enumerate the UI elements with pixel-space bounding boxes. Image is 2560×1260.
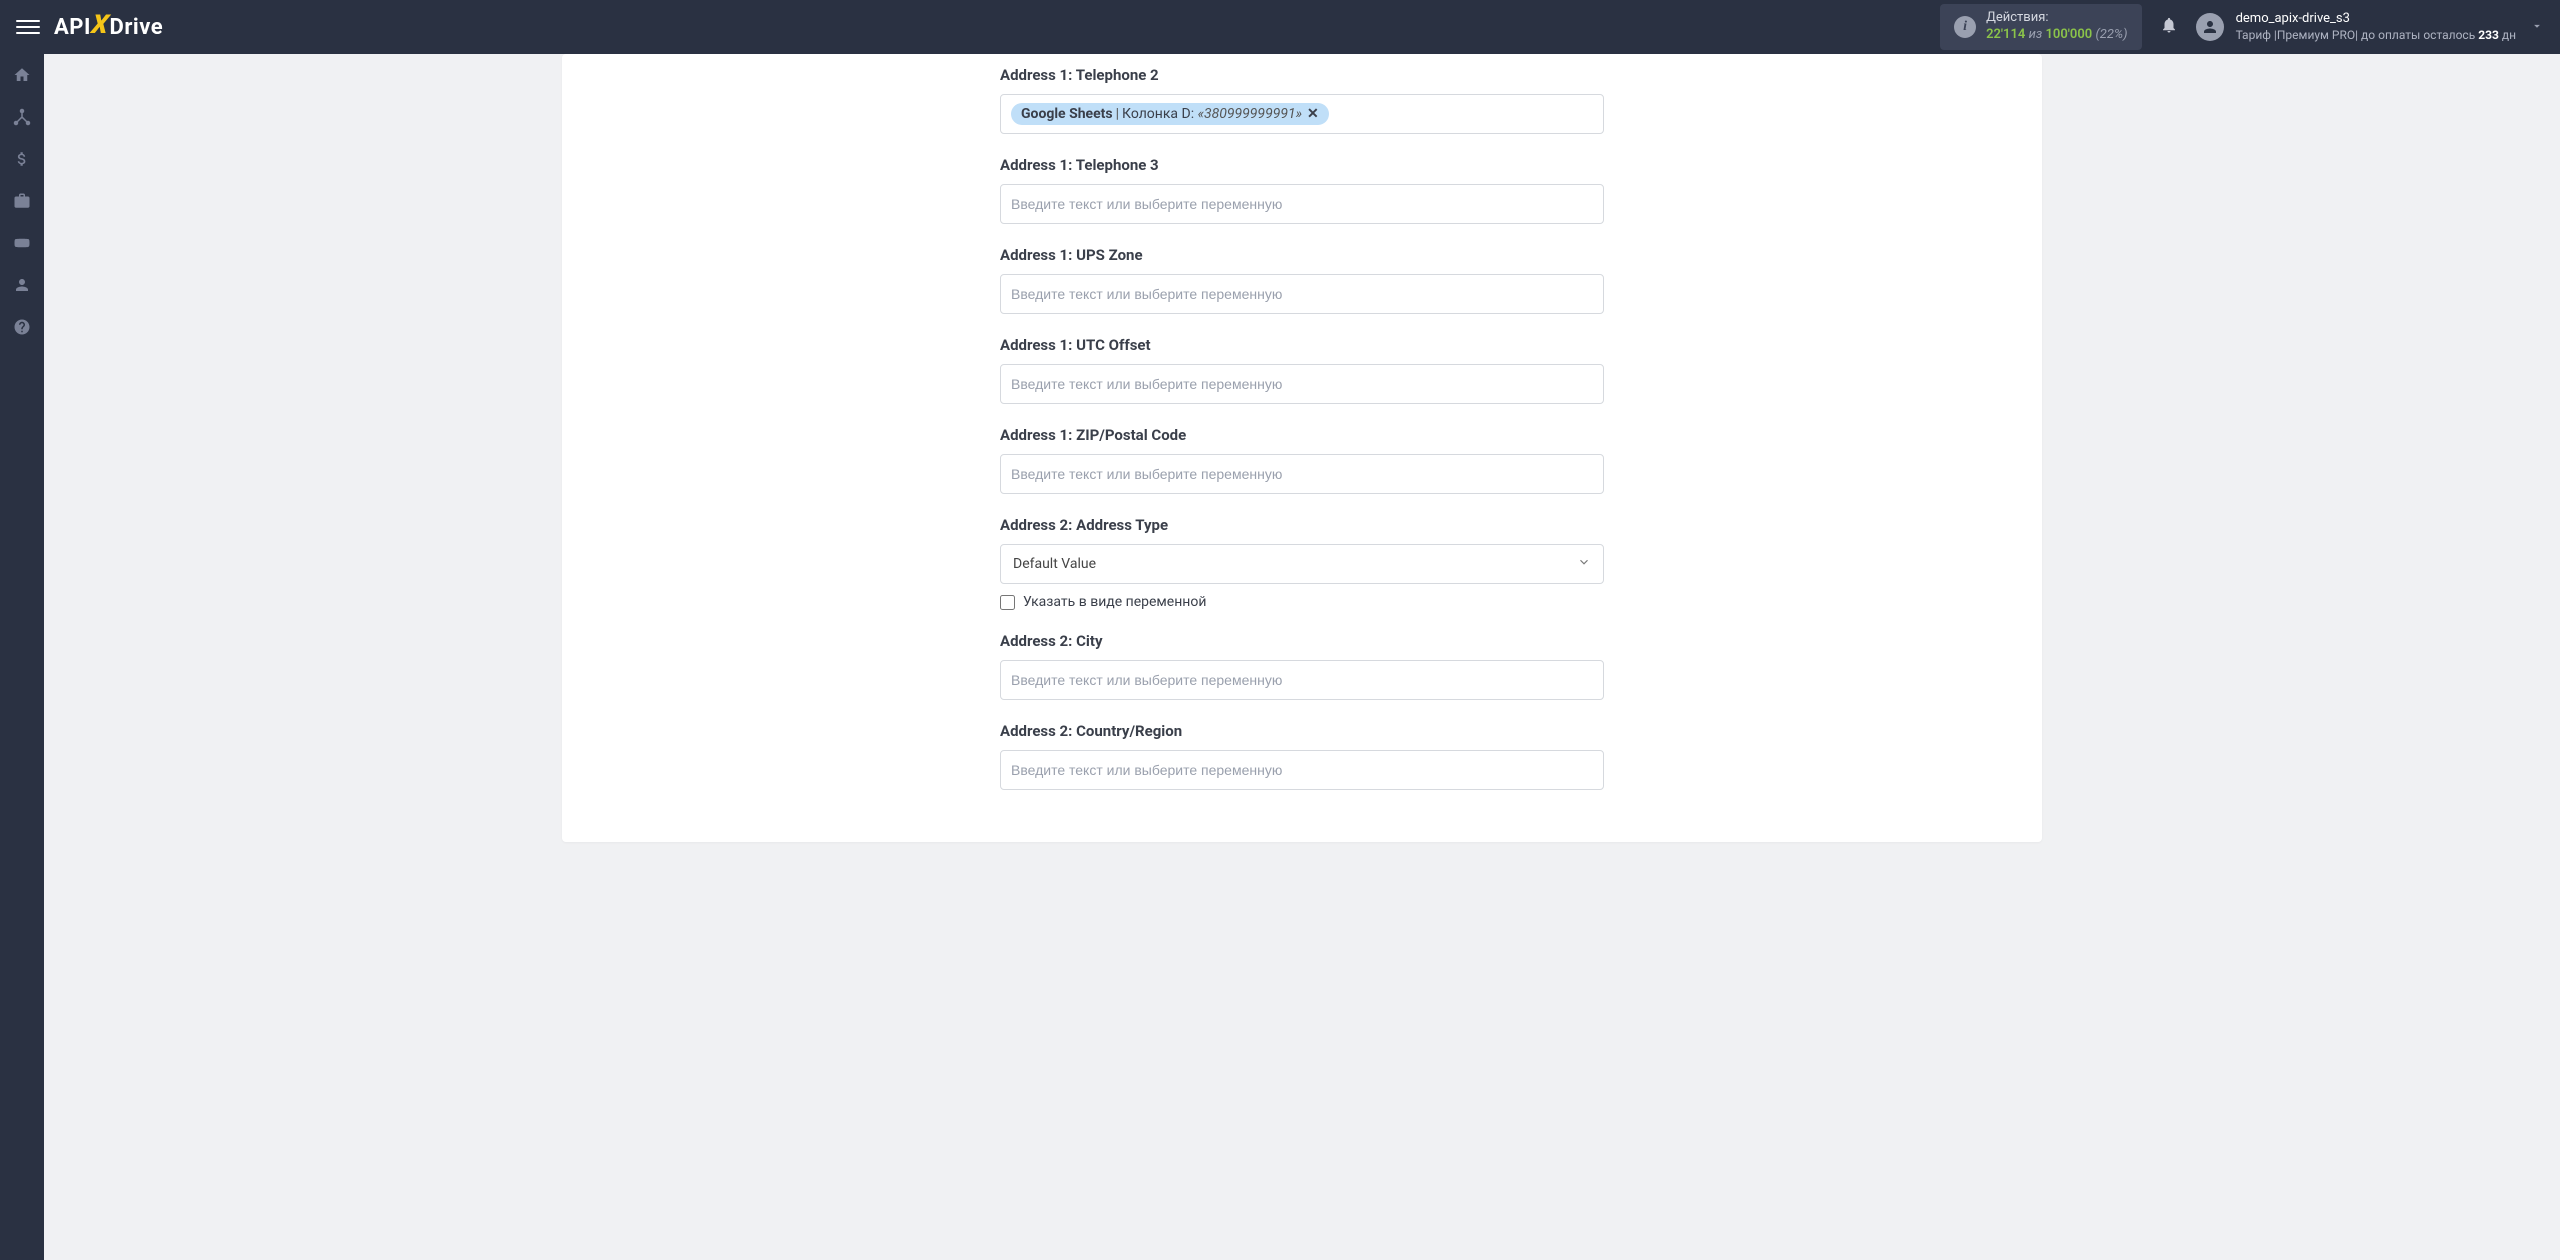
nav-home[interactable] [0, 54, 44, 96]
field-input[interactable] [1000, 364, 1604, 404]
form-card: Address 1: Telephone 2 Google Sheets | К… [562, 54, 2042, 842]
field-label: Address 1: Telephone 2 [1000, 66, 1604, 84]
menu-toggle[interactable] [16, 10, 40, 44]
variable-mode-checkbox[interactable]: Указать в виде переменной [1000, 594, 1604, 610]
select-value: Default Value [1013, 556, 1096, 572]
notifications-button[interactable] [2160, 16, 2178, 38]
field-address1-telephone3: Address 1: Telephone 3 [1000, 156, 1604, 224]
info-icon: i [1954, 16, 1976, 38]
text-input[interactable] [1011, 286, 1593, 302]
actions-sep: из [2029, 27, 2043, 42]
field-label: Address 1: ZIP/Postal Code [1000, 426, 1604, 444]
text-input[interactable] [1011, 466, 1593, 482]
field-address1-ups-zone: Address 1: UPS Zone [1000, 246, 1604, 314]
user-name: demo_apix-drive_s3 [2236, 11, 2516, 28]
logo-text-2: Drive [110, 15, 164, 40]
chevron-down-icon[interactable] [2530, 18, 2544, 37]
select-input[interactable]: Default Value [1000, 544, 1604, 584]
nav-tools[interactable] [0, 180, 44, 222]
nav-youtube[interactable] [0, 222, 44, 264]
actions-text: Действия: 22'114 из 100'000 (22%) [1986, 10, 2128, 44]
field-address2-country: Address 2: Country/Region [1000, 722, 1604, 790]
nav-account[interactable] [0, 264, 44, 306]
nav-connections[interactable] [0, 96, 44, 138]
text-input[interactable] [1011, 672, 1593, 688]
field-label: Address 2: Address Type [1000, 516, 1604, 534]
chip-column: Колонка D: [1122, 106, 1194, 122]
actions-used: 22'114 [1986, 27, 2025, 42]
actions-percent: (22%) [2095, 27, 2127, 42]
field-input[interactable] [1000, 184, 1604, 224]
nav-help[interactable] [0, 306, 44, 348]
logo-x-icon: X [90, 10, 111, 40]
app-sidebar [0, 54, 44, 1260]
app-header: API X Drive i Действия: 22'114 из 100'00… [0, 0, 2560, 54]
field-input[interactable]: Google Sheets | Колонка D: «380999999991… [1000, 94, 1604, 134]
field-label: Address 2: City [1000, 632, 1604, 650]
field-address2-city: Address 2: City [1000, 632, 1604, 700]
actions-total: 100'000 [2046, 27, 2093, 42]
checkbox-input[interactable] [1000, 595, 1015, 610]
field-label: Address 1: UTC Offset [1000, 336, 1604, 354]
field-address1-telephone2: Address 1: Telephone 2 Google Sheets | К… [1000, 66, 1604, 134]
text-input[interactable] [1011, 376, 1593, 392]
field-label: Address 1: UPS Zone [1000, 246, 1604, 264]
field-address1-utc-offset: Address 1: UTC Offset [1000, 336, 1604, 404]
text-input[interactable] [1011, 196, 1593, 212]
field-input[interactable] [1000, 750, 1604, 790]
chip-value: «380999999991» [1198, 106, 1302, 122]
avatar-icon [2196, 13, 2224, 41]
actions-label: Действия: [1986, 10, 2128, 27]
nav-billing[interactable] [0, 138, 44, 180]
field-address1-zip: Address 1: ZIP/Postal Code [1000, 426, 1604, 494]
chip-remove-icon[interactable]: ✕ [1307, 106, 1319, 122]
field-input[interactable] [1000, 454, 1604, 494]
field-address2-type: Address 2: Address Type Default Value Ук… [1000, 516, 1604, 610]
field-input[interactable] [1000, 660, 1604, 700]
chevron-down-icon [1577, 555, 1591, 573]
app-logo[interactable]: API X Drive [54, 12, 163, 42]
checkbox-label: Указать в виде переменной [1023, 594, 1206, 610]
chip-source: Google Sheets [1021, 106, 1113, 122]
actions-counter[interactable]: i Действия: 22'114 из 100'000 (22%) [1940, 4, 2142, 50]
text-input[interactable] [1011, 762, 1593, 778]
user-menu[interactable]: demo_apix-drive_s3 Тариф |Премиум PRO| д… [2196, 11, 2516, 43]
field-input[interactable] [1000, 274, 1604, 314]
logo-text-1: API [54, 15, 91, 40]
variable-chip[interactable]: Google Sheets | Колонка D: «380999999991… [1011, 103, 1329, 125]
field-label: Address 1: Telephone 3 [1000, 156, 1604, 174]
field-label: Address 2: Country/Region [1000, 722, 1604, 740]
user-tariff: Тариф |Премиум PRO| до оплаты осталось 2… [2236, 28, 2516, 44]
